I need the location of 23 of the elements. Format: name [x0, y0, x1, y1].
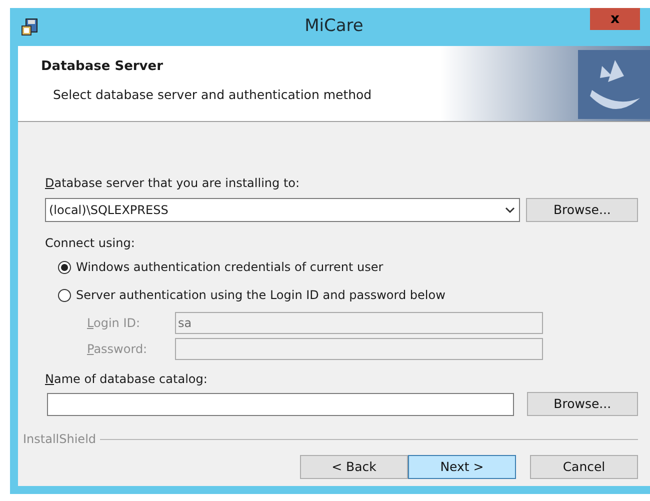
catalog-field[interactable]: [47, 392, 514, 416]
installer-icon: [20, 17, 40, 37]
browse-button[interactable]: Browse...: [526, 198, 638, 222]
server-combo-box[interactable]: (local)\SQLEXPRESS: [45, 198, 520, 222]
radio-label[interactable]: Server authentication using the Login ID and password below: [76, 286, 446, 304]
field-label: Database server that you are installing to:: [45, 175, 301, 192]
brand-label: InstallShield: [23, 431, 96, 448]
radio-button[interactable]: [58, 288, 71, 302]
field-label: Name of database catalog:: [45, 371, 208, 388]
wizard-button[interactable]: Cancel: [530, 455, 638, 479]
header-subtitle: Select database server and authentication method: [53, 86, 373, 104]
header-title: Database Server: [41, 58, 164, 76]
radio-button[interactable]: [58, 260, 71, 274]
radio-label[interactable]: Windows authentication credentials of current user: [76, 258, 384, 276]
close-button[interactable]: x: [590, 8, 640, 30]
window-title: MiCare: [304, 15, 364, 38]
browse-button[interactable]: Browse...: [526, 392, 638, 416]
wizard-button[interactable]: Next >: [408, 455, 516, 479]
field-label: Login ID:: [87, 315, 142, 332]
section-label: Connect using:: [45, 235, 136, 252]
caret-icon: [505, 206, 516, 214]
wizard-button[interactable]: < Back: [300, 455, 408, 479]
field-label: Password:: [87, 341, 148, 358]
